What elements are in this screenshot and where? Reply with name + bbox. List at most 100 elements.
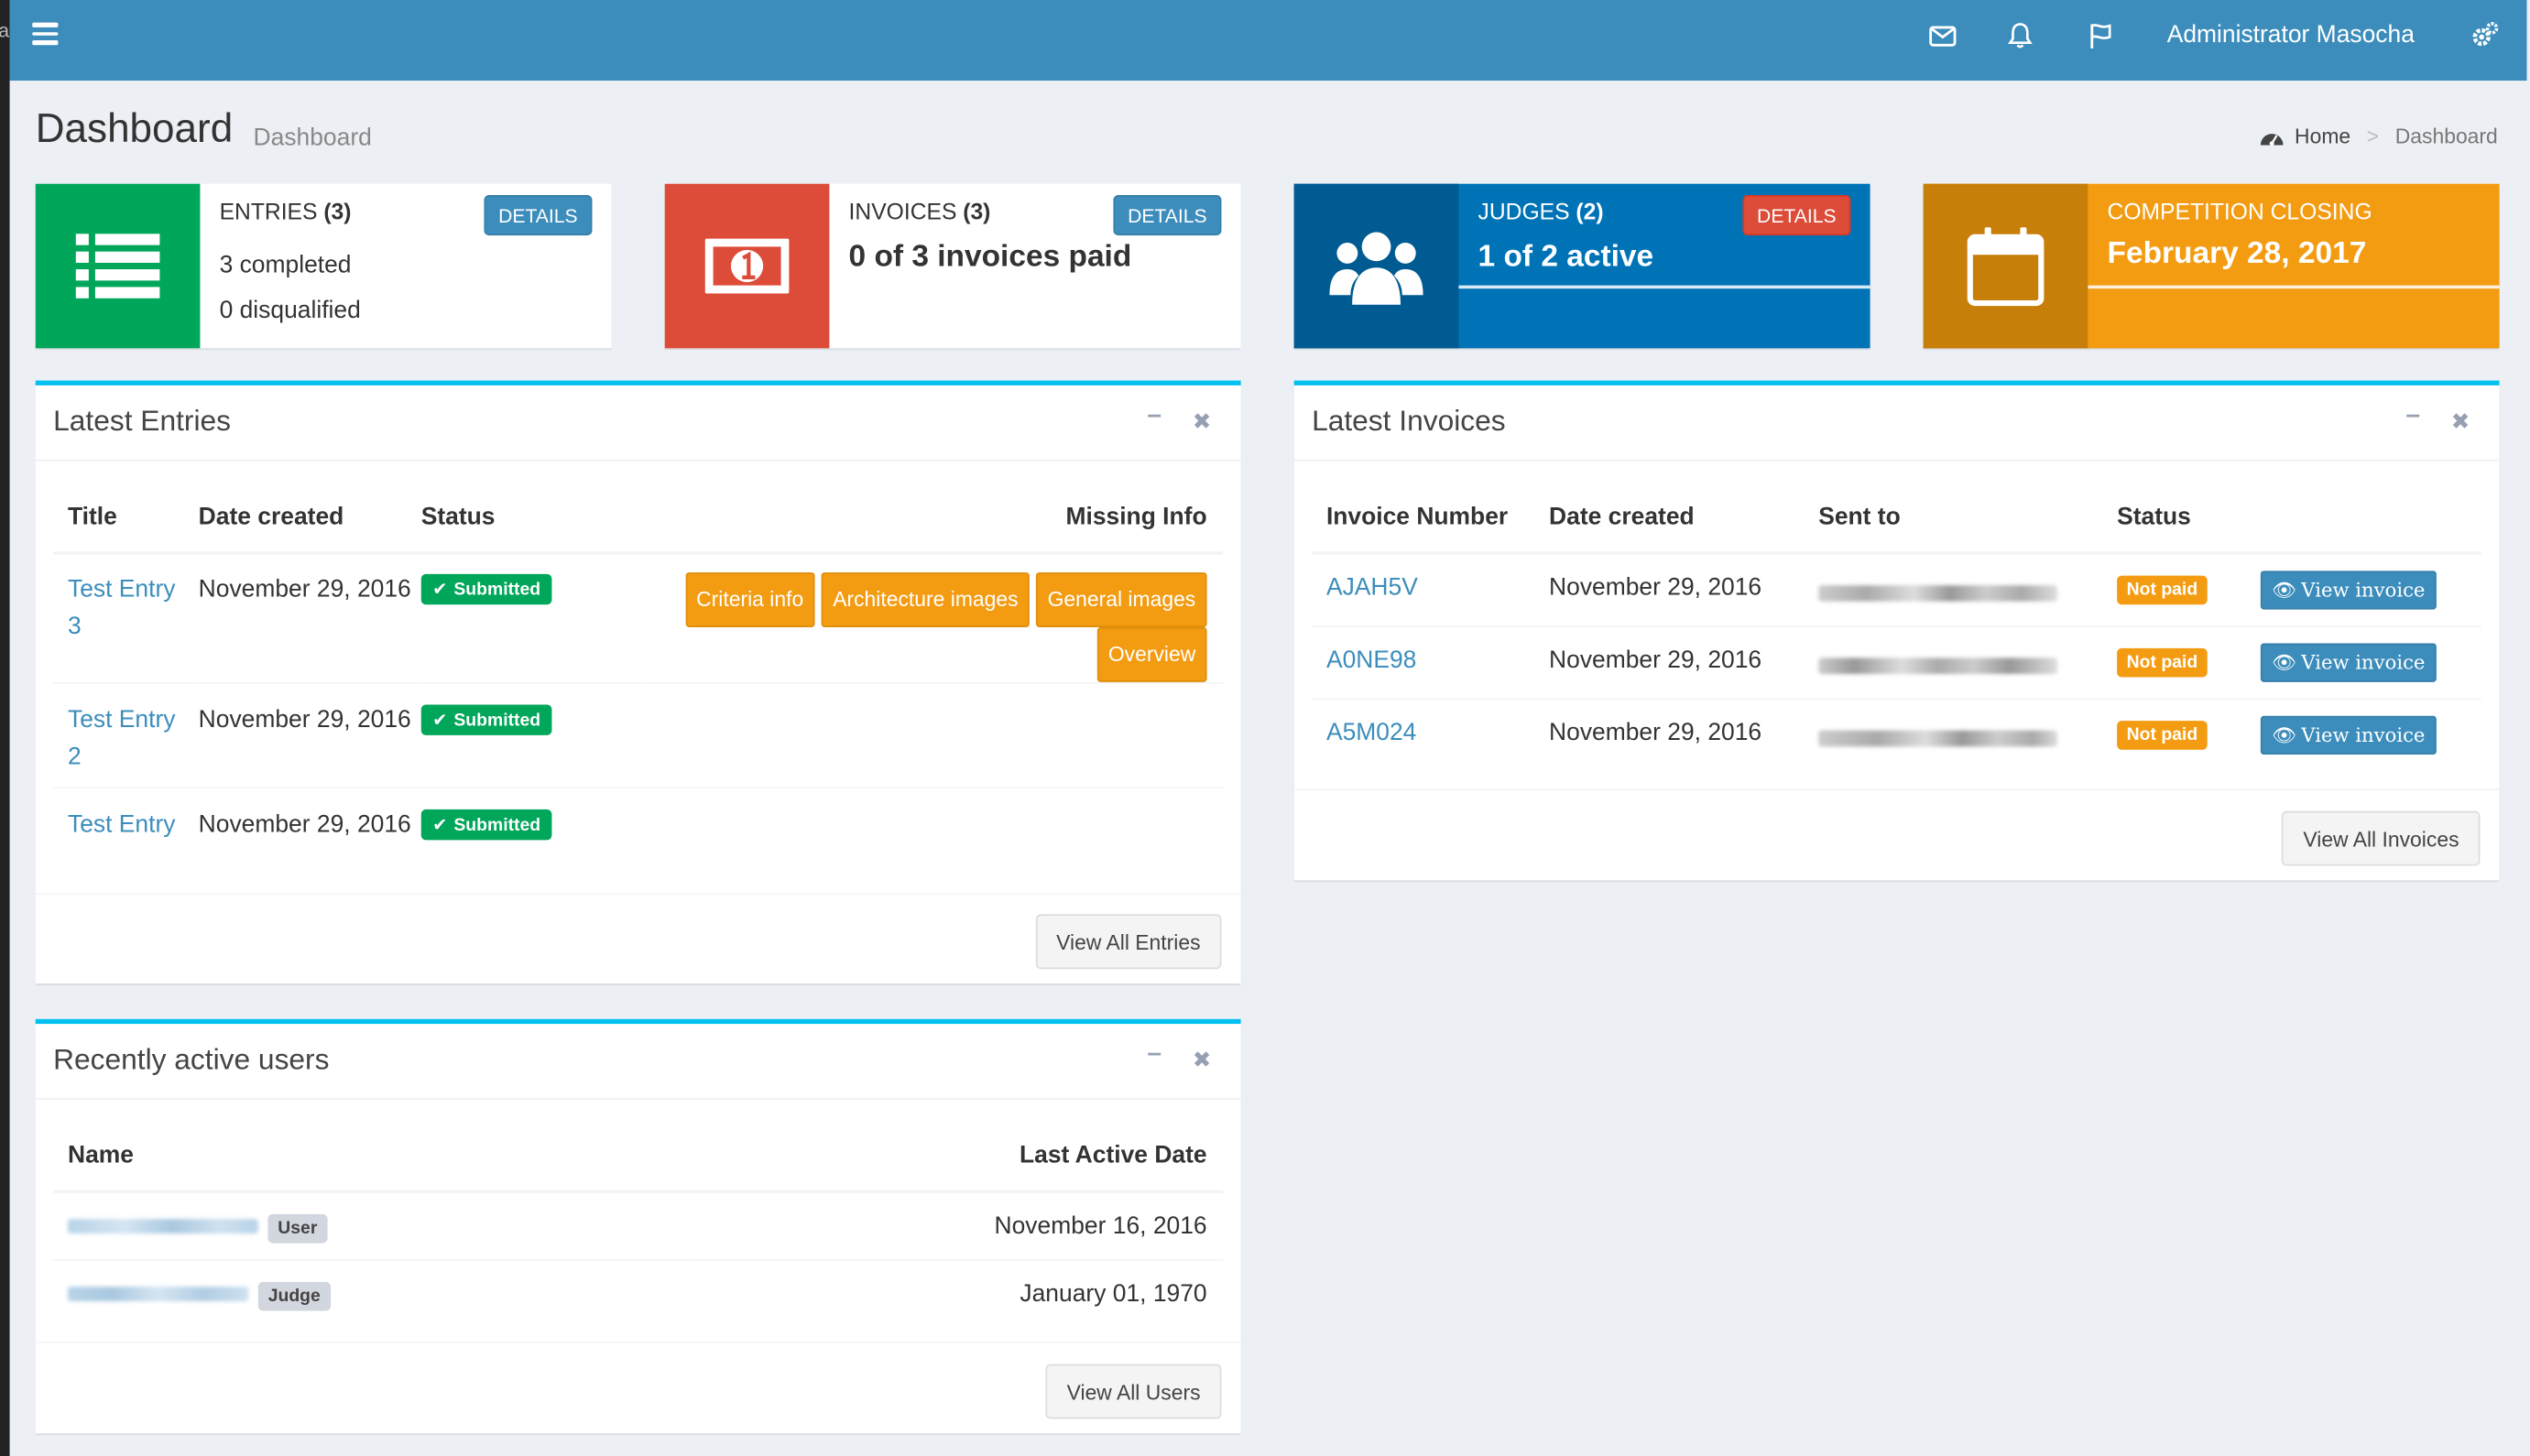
missing-info-tag[interactable]: Criteria info bbox=[684, 572, 815, 627]
dashboard-icon bbox=[2261, 133, 2284, 146]
invoices-info-box: INVOICES (3) 0 of 3 invoices paid DETAIL… bbox=[664, 183, 1241, 349]
entries-info-box: ENTRIES (3) 3 completed 0 disqualified D… bbox=[35, 183, 612, 349]
latest-invoices-panel: Latest Invoices – ✖ Invoice Number Date … bbox=[1293, 380, 2500, 881]
status-badge: ✔ Submitted bbox=[420, 573, 552, 605]
judges-label: JUDGES (2) bbox=[1478, 198, 1604, 224]
invoice-number-link[interactable]: AJAH5V bbox=[1326, 574, 1418, 602]
eye-icon: 👁 bbox=[2272, 723, 2297, 746]
redacted-recipient bbox=[1818, 729, 2057, 746]
entries-disqualified: 0 disqualified bbox=[219, 296, 361, 324]
last-active-date: January 01, 1970 bbox=[1020, 1279, 1207, 1308]
invoice-number-link[interactable]: A0NE98 bbox=[1326, 646, 1416, 673]
invoice-date: November 29, 2016 bbox=[1549, 646, 1762, 674]
entry-title-link[interactable]: Test Entry 2 bbox=[68, 706, 175, 770]
view-invoice-button[interactable]: 👁 View invoice bbox=[2260, 714, 2437, 755]
entry-title-link[interactable]: Test Entry 3 bbox=[68, 576, 175, 640]
view-all-entries-button[interactable]: View All Entries bbox=[1035, 914, 1222, 970]
breadcrumb-separator: > bbox=[2366, 124, 2380, 148]
column-header-name: Name bbox=[67, 1141, 134, 1169]
column-header-date: Date created bbox=[1549, 503, 1695, 531]
column-header-date: Date created bbox=[198, 503, 344, 531]
column-header-missing-info: Missing Info bbox=[1065, 503, 1207, 531]
redacted-user-name[interactable] bbox=[67, 1286, 249, 1301]
close-icon[interactable]: ✖ bbox=[1193, 407, 1212, 435]
recent-users-table: Name Last Active Date User November 16, … bbox=[53, 1121, 1224, 1343]
calendar-icon bbox=[1923, 183, 2088, 349]
envelope-icon[interactable] bbox=[1926, 19, 1958, 51]
bell-icon[interactable] bbox=[2004, 19, 2036, 51]
view-all-users-button[interactable]: View All Users bbox=[1045, 1364, 1222, 1419]
close-icon[interactable]: ✖ bbox=[2451, 407, 2470, 435]
judges-active-summary: 1 of 2 active bbox=[1478, 240, 1654, 275]
gears-icon[interactable] bbox=[2469, 19, 2501, 51]
entry-date: November 29, 2016 bbox=[198, 810, 411, 839]
collapse-icon[interactable]: – bbox=[2405, 401, 2420, 430]
page-subtitle: Dashboard bbox=[253, 124, 372, 152]
menu-icon[interactable] bbox=[32, 22, 59, 46]
status-badge: ✔ Submitted bbox=[420, 809, 552, 841]
column-header-sent-to: Sent to bbox=[1818, 503, 1901, 531]
eye-icon: 👁 bbox=[2272, 650, 2297, 674]
not-paid-badge: Not paid bbox=[2117, 575, 2208, 605]
breadcrumb-home[interactable]: Home bbox=[2295, 125, 2350, 148]
view-invoice-button[interactable]: 👁 View invoice bbox=[2260, 570, 2437, 610]
column-header-invoice-number: Invoice Number bbox=[1325, 503, 1509, 531]
column-header-status: Status bbox=[420, 503, 496, 531]
window-edge: a bbox=[0, 0, 10, 1456]
recent-users-panel: Recently active users – ✖ Name Last Acti… bbox=[35, 1018, 1241, 1434]
competition-info-box: COMPETITION CLOSING February 28, 2017 bbox=[1923, 183, 2500, 349]
top-navbar: Administrator Masocha bbox=[9, 0, 2527, 81]
page-title: Dashboard bbox=[35, 106, 234, 152]
judges-details-button[interactable]: DETAILS bbox=[1742, 195, 1851, 236]
status-badge: ✔ Submitted bbox=[420, 704, 552, 735]
entry-date: November 29, 2016 bbox=[198, 575, 411, 603]
table-row: Judge January 01, 1970 bbox=[53, 1259, 1223, 1343]
invoices-paid-summary: 0 of 3 invoices paid bbox=[848, 240, 1132, 275]
not-paid-badge: Not paid bbox=[2117, 647, 2208, 677]
flag-icon[interactable] bbox=[2085, 19, 2117, 51]
recent-users-title: Recently active users bbox=[53, 1043, 330, 1076]
invoice-date: November 29, 2016 bbox=[1549, 573, 1762, 602]
invoice-date: November 29, 2016 bbox=[1549, 718, 1762, 746]
entries-details-button[interactable]: DETAILS bbox=[484, 195, 593, 236]
table-row: User November 16, 2016 bbox=[53, 1191, 1224, 1260]
close-icon[interactable]: ✖ bbox=[1193, 1047, 1212, 1074]
users-icon bbox=[1293, 183, 1459, 349]
missing-info-tag[interactable]: General images bbox=[1036, 572, 1207, 627]
last-active-date: November 16, 2016 bbox=[994, 1212, 1207, 1241]
judges-info-box: JUDGES (2) 1 of 2 active DETAILS bbox=[1293, 183, 1870, 349]
view-all-invoices-button[interactable]: View All Invoices bbox=[2282, 810, 2481, 866]
invoice-number-link[interactable]: A5M024 bbox=[1326, 718, 1416, 745]
table-row: Test Entry November 29, 2016 ✔ Submitted bbox=[53, 788, 1223, 908]
redacted-user-name[interactable] bbox=[67, 1219, 258, 1234]
money-icon bbox=[664, 183, 830, 349]
user-menu-name[interactable]: Administrator Masocha bbox=[2167, 21, 2415, 49]
table-row: Test Entry 3 November 29, 2016 ✔ Submitte… bbox=[53, 553, 1224, 683]
entry-title-link[interactable]: Test Entry bbox=[68, 811, 175, 839]
missing-info-tag[interactable]: Overview bbox=[1096, 626, 1207, 682]
role-badge: Judge bbox=[258, 1280, 331, 1310]
role-badge: User bbox=[267, 1213, 327, 1244]
invoices-details-button[interactable]: DETAILS bbox=[1113, 195, 1222, 236]
check-icon: ✔ bbox=[432, 815, 448, 836]
missing-info-tag[interactable]: Architecture images bbox=[821, 572, 1030, 627]
column-header-status: Status bbox=[2117, 503, 2191, 531]
eye-icon: 👁 bbox=[2272, 579, 2297, 602]
column-header-title: Title bbox=[67, 503, 117, 531]
table-row: A5M024 November 29, 2016 Not paid 👁 View … bbox=[1312, 698, 2481, 776]
collapse-icon[interactable]: – bbox=[1147, 1040, 1161, 1070]
competition-label: COMPETITION CLOSING bbox=[2107, 198, 2372, 224]
breadcrumb-current: Dashboard bbox=[2394, 124, 2498, 148]
latest-entries-title: Latest Entries bbox=[53, 404, 232, 438]
latest-invoices-table: Invoice Number Date created Sent to Stat… bbox=[1312, 482, 2482, 776]
latest-entries-panel: Latest Entries – ✖ Title Date created St… bbox=[35, 380, 1241, 984]
list-icon bbox=[35, 183, 201, 349]
breadcrumb: Home > Dashboard bbox=[2259, 125, 2498, 148]
entry-date: November 29, 2016 bbox=[198, 706, 411, 734]
invoices-label: INVOICES (3) bbox=[848, 198, 991, 224]
collapse-icon[interactable]: – bbox=[1147, 401, 1161, 430]
latest-invoices-title: Latest Invoices bbox=[1312, 404, 1506, 438]
column-header-last-active: Last Active Date bbox=[1019, 1141, 1207, 1169]
competition-closing-date: February 28, 2017 bbox=[2107, 236, 2367, 271]
view-invoice-button[interactable]: 👁 View invoice bbox=[2260, 642, 2437, 681]
